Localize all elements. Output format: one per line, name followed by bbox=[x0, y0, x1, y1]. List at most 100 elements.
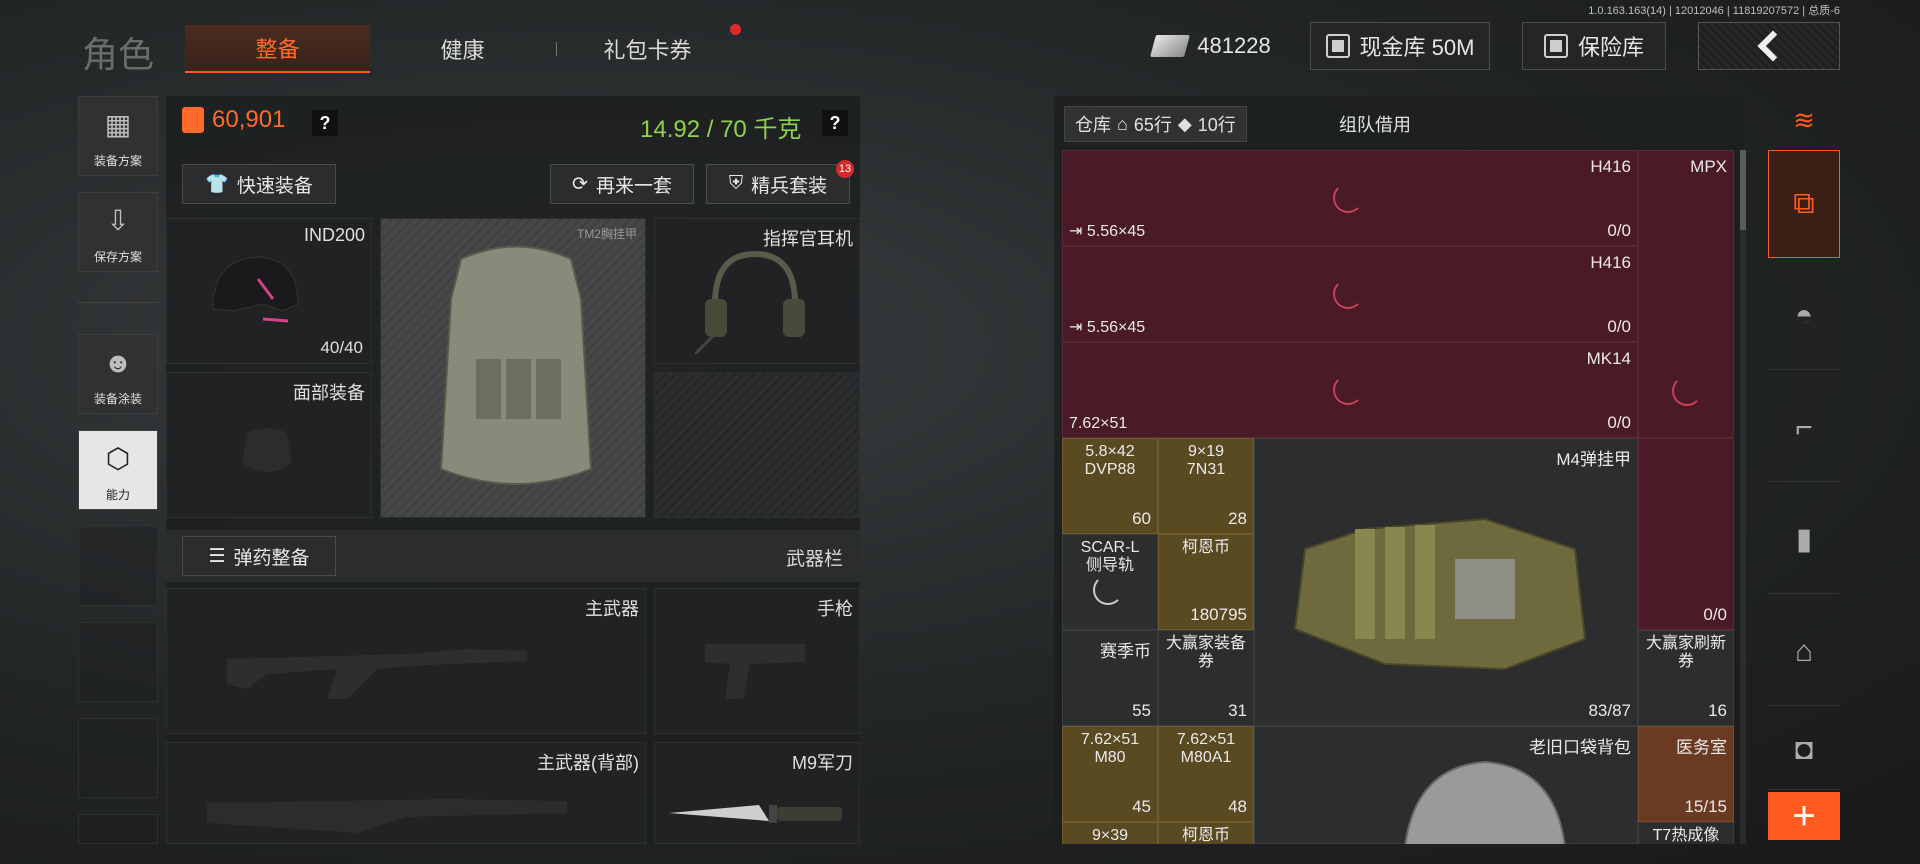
ammo-equip-label: 弹药整备 bbox=[233, 547, 310, 569]
item-name: 老旧口袋背包 bbox=[1529, 738, 1631, 757]
loading-spinner-icon bbox=[1672, 376, 1702, 406]
sidebar-item-label: 装备涂装 bbox=[93, 392, 142, 406]
stash-tickets: 10行 bbox=[1197, 115, 1236, 135]
stash-item-empty-weapon[interactable]: 0/0 bbox=[1638, 438, 1734, 630]
sidebar-item-skins[interactable]: ☻ 装备涂装 bbox=[78, 334, 158, 414]
quick-equip-button[interactable]: 👕 快速装备 bbox=[182, 164, 336, 204]
vest-icon bbox=[439, 245, 593, 485]
stash-item-ammo-9x39[interactable]: 9×39 bbox=[1062, 822, 1158, 844]
tab-gift-cards[interactable]: 礼包卡券 bbox=[555, 25, 740, 73]
stash-item-winner-equip-ticket[interactable]: 大赢家装备券 31 bbox=[1158, 630, 1254, 726]
stash-item-scar-rail[interactable]: SCAR-L 侧导轨 bbox=[1062, 534, 1158, 630]
stash-item-infirmary[interactable]: 医务室 15/15 bbox=[1638, 726, 1734, 822]
elite-set-button[interactable]: ⛨ 精兵套装 bbox=[706, 164, 850, 204]
attachment-icon bbox=[1093, 575, 1123, 605]
sidebar-empty-slot bbox=[78, 718, 158, 798]
primary-weapon-slot[interactable]: 主武器 bbox=[166, 588, 646, 734]
face-slot-label: 面部装备 bbox=[293, 383, 365, 403]
tab-equip[interactable]: 整备 bbox=[185, 25, 370, 73]
sidebar-item-save-plan[interactable]: ⇩ 保存方案 bbox=[78, 192, 158, 272]
page-title: 角色 bbox=[82, 34, 155, 75]
cash-vault-button[interactable]: 现金库 50M bbox=[1310, 22, 1490, 70]
stash-item-ammo-dvp88[interactable]: 5.8×42 DVP88 60 bbox=[1062, 438, 1158, 534]
back-weapon-slot[interactable]: 主武器(背部) bbox=[166, 742, 646, 844]
filter-helmet-icon[interactable]: ◓ bbox=[1768, 262, 1840, 370]
stash-item-ammo-m80[interactable]: 7.62×51 M80 45 bbox=[1062, 726, 1158, 822]
face-slot[interactable]: 面部装备 bbox=[166, 372, 372, 518]
add-button[interactable]: + bbox=[1768, 792, 1840, 840]
quick-equip-label: 快速装备 bbox=[236, 175, 313, 197]
tab-health[interactable]: 健康 bbox=[370, 25, 555, 73]
item-qty: 28 bbox=[1228, 509, 1247, 528]
stash-item-koen-coin[interactable]: 柯恩币 bbox=[1158, 822, 1254, 844]
knife-icon bbox=[669, 805, 842, 823]
value-help-button[interactable]: ? bbox=[312, 110, 338, 136]
ammo-equip-button[interactable]: ☰ 弹药整备 bbox=[182, 536, 336, 576]
back-button[interactable] bbox=[1698, 22, 1840, 70]
vault-icon bbox=[1325, 34, 1350, 58]
sidebar-empty-slot bbox=[78, 526, 158, 606]
elite-badge: 13 bbox=[836, 160, 854, 178]
again-button[interactable]: ⟳ 再来一套 bbox=[550, 164, 694, 204]
item-name: 5.8×42 DVP88 bbox=[1084, 443, 1136, 478]
stash-item-koen-coin[interactable]: 柯恩币 180795 bbox=[1158, 534, 1254, 630]
filter-magazine-icon[interactable]: ▮ bbox=[1768, 486, 1840, 594]
stack-sort-icon[interactable]: ≋ bbox=[1768, 96, 1840, 144]
rifle-silhouette-icon bbox=[207, 799, 567, 833]
sidebar-empty-slot bbox=[78, 622, 158, 702]
melee-slot[interactable]: M9军刀 bbox=[654, 742, 860, 844]
sidebar-item-label: 能力 bbox=[105, 488, 130, 502]
safe-label: 保险库 bbox=[1577, 35, 1644, 60]
shield-icon: ⛨ bbox=[728, 173, 744, 194]
stash-item-winner-refresh-ticket[interactable]: 大赢家刷新券 16 bbox=[1638, 630, 1734, 726]
stash-item-ammo-m80a1[interactable]: 7.62×51 M80A1 48 bbox=[1158, 726, 1254, 822]
empty-gear-slot[interactable] bbox=[654, 372, 860, 518]
weapon-bar-label: 武器栏 bbox=[786, 549, 844, 570]
helmet-name: IND200 bbox=[303, 225, 365, 245]
item-qty: 48 bbox=[1228, 797, 1247, 816]
stash-scrollbar[interactable] bbox=[1740, 150, 1746, 844]
item-name: H416 bbox=[1590, 157, 1631, 176]
loadout-value-text: 60,901 bbox=[212, 106, 286, 133]
face-mask-icon bbox=[242, 428, 292, 472]
helmet-icon: ◓ bbox=[1794, 298, 1814, 332]
item-ammo: ⇥ 5.56×45 bbox=[1069, 319, 1146, 336]
stash-item-t7-thermal[interactable]: T7热成像 bbox=[1638, 822, 1734, 844]
weight-help-button[interactable]: ? bbox=[822, 110, 848, 136]
stash-item-old-backpack[interactable]: 老旧口袋背包 bbox=[1254, 726, 1638, 844]
armor-slot[interactable]: TM2胸挂甲 bbox=[380, 218, 646, 518]
stash-rows: 65行 bbox=[1133, 115, 1172, 135]
item-name: M4弹挂甲 bbox=[1556, 450, 1631, 469]
filter-all-icon[interactable]: ⧉ bbox=[1768, 150, 1840, 258]
stash-tab-label: 仓库 bbox=[1075, 115, 1111, 135]
sidebar-empty-slot bbox=[78, 814, 158, 844]
sidebar-item-loadout-plans[interactable]: ▦ 装备方案 bbox=[78, 96, 158, 176]
tab-stash[interactable]: 仓库 ⌂ 65行 ◆ 10行 bbox=[1064, 106, 1247, 142]
headset-icon bbox=[695, 250, 805, 354]
stash-item-m4-vest[interactable]: M4弹挂甲 83/87 bbox=[1254, 438, 1638, 726]
scrollbar-thumb[interactable] bbox=[1740, 150, 1746, 230]
stash-item-h416[interactable]: H416 ⇥ 5.56×45 0/0 bbox=[1062, 150, 1638, 246]
item-qty: 16 bbox=[1708, 701, 1727, 720]
sidebar-item-ability[interactable]: ⬡ 能力 bbox=[78, 430, 158, 510]
tab-team-borrow[interactable]: 组队借用 bbox=[1310, 106, 1440, 142]
pistol-slot[interactable]: 手枪 bbox=[654, 588, 860, 734]
helmet-icon bbox=[212, 256, 299, 323]
filter-scope-icon[interactable]: ◘ bbox=[1768, 710, 1840, 790]
melee-label: M9军刀 bbox=[791, 753, 853, 773]
ability-icon: ⬡ bbox=[105, 443, 131, 474]
vest-icon: ▦ bbox=[104, 109, 132, 140]
paint-icon: ☻ bbox=[103, 346, 133, 378]
filter-rifle-icon[interactable]: ⌐ bbox=[1768, 374, 1840, 482]
helmet-slot[interactable]: IND200 40/40 bbox=[166, 218, 372, 364]
filter-ammo-icon[interactable]: ⌂ bbox=[1768, 598, 1840, 706]
back-chevron-icon bbox=[1757, 30, 1789, 62]
stash-item-season-coin[interactable]: 赛季币 55 bbox=[1062, 630, 1158, 726]
stash-item-mk14[interactable]: MK14 7.62×51 0/0 bbox=[1062, 342, 1638, 438]
sidebar-divider bbox=[78, 302, 158, 303]
stash-item-ammo-7n31[interactable]: 9×19 7N31 28 bbox=[1158, 438, 1254, 534]
headset-slot[interactable]: 指挥官耳机 bbox=[654, 218, 860, 364]
stash-item-h416[interactable]: H416 ⇥ 5.56×45 0/0 bbox=[1062, 246, 1638, 342]
item-ammo-text: 5.56×45 bbox=[1086, 319, 1146, 336]
safe-button[interactable]: 保险库 bbox=[1522, 22, 1666, 70]
